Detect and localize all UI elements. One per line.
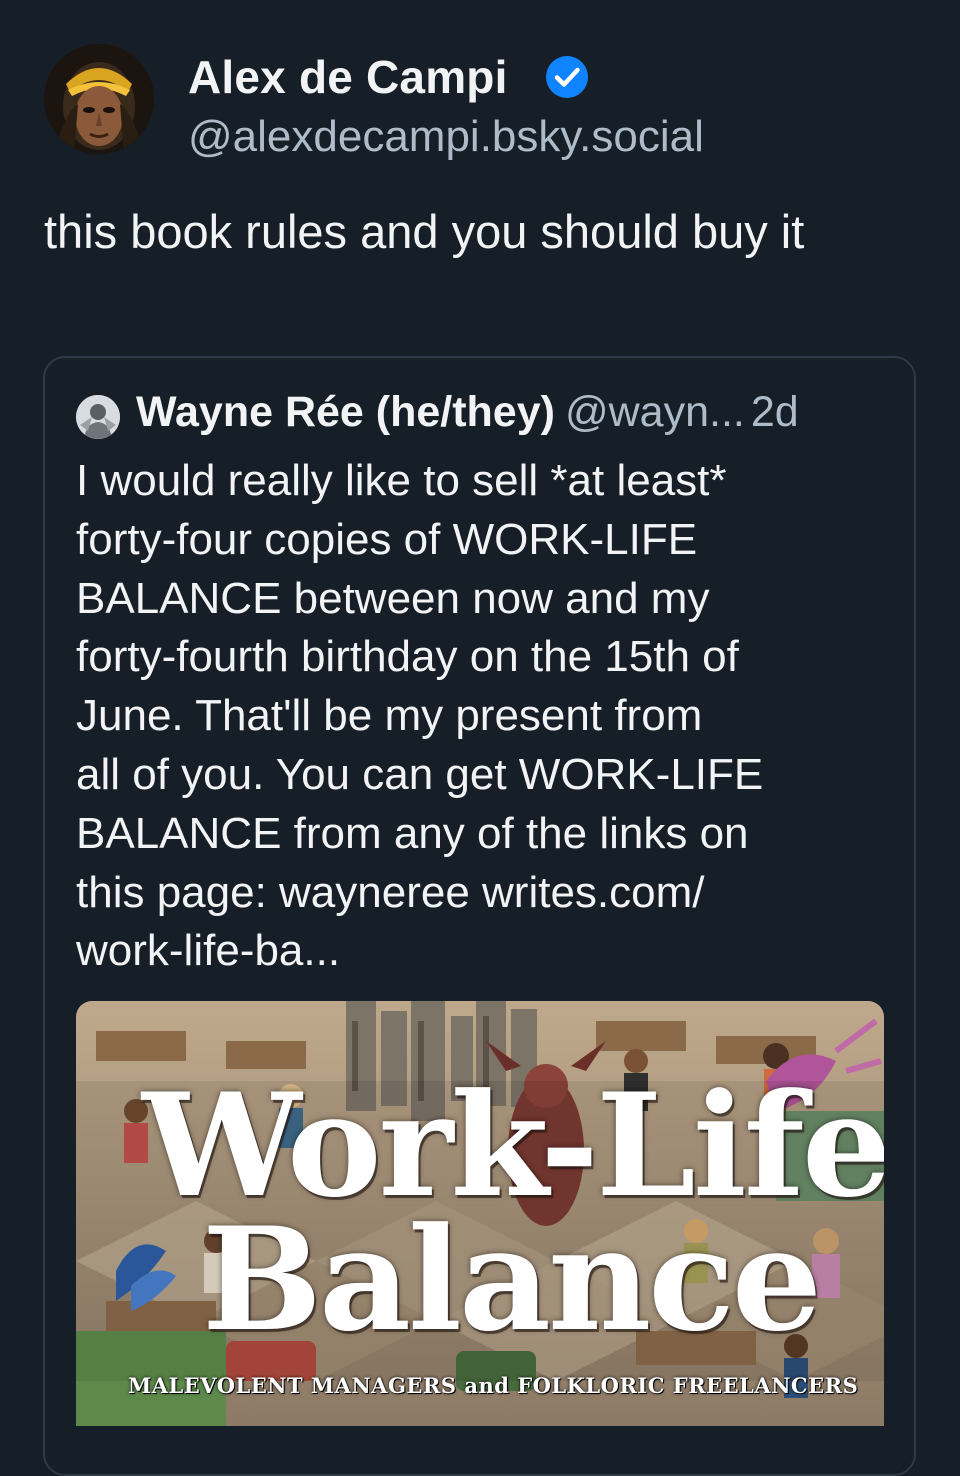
quote-timestamp: 2d (750, 388, 799, 436)
quote-text-line: BALANCE between now and my (76, 573, 710, 623)
book-cover-image[interactable]: Work-Life Balance MALEVOLENT MANAGERS an… (76, 1001, 884, 1426)
quote-header: Wayne Rée (he/they) @wayn... 2d (136, 388, 799, 437)
post-thread-view: Alex de Campi @alexdecampi.bsky.social t… (0, 0, 960, 1476)
quote-text-line: all of you. You can get WORK-LIFE (76, 749, 764, 799)
author-handle[interactable]: @alexdecampi.bsky.social (188, 112, 704, 162)
author-avatar-image (44, 44, 154, 154)
quote-author-avatar[interactable] (76, 395, 120, 439)
quote-text-line: forty-four copies of WORK-LIFE (76, 514, 698, 564)
author-avatar[interactable] (44, 44, 154, 154)
quote-text-link-line[interactable]: work-life-ba... (76, 922, 876, 981)
post-text: this book rules and you should buy it (44, 205, 805, 258)
verified-check-icon (545, 55, 589, 99)
quote-text-line: forty-fourth birthday on the 15th of (76, 632, 739, 682)
quote-author-name[interactable]: Wayne Rée (he/they) (136, 388, 555, 436)
quote-text-link-line[interactable]: this page: wayneree writes.com/ (76, 864, 876, 923)
quote-text-line: June. That'll be my present from (76, 691, 703, 741)
quote-text-line: I would really like to sell *at least* (76, 456, 727, 505)
quote-author-handle[interactable]: @wayn... (565, 388, 745, 436)
book-subtitle: MALEVOLENT MANAGERS and FOLKLORIC FREELA… (128, 1373, 859, 1398)
book-title-line-2: Balance (202, 1197, 822, 1363)
author-name[interactable]: Alex de Campi (188, 50, 508, 104)
quote-text-line: BALANCE from any of the links on (76, 808, 749, 858)
quote-text: I would really like to sell *at least* f… (76, 452, 876, 981)
quote-author-avatar-image (76, 395, 120, 439)
